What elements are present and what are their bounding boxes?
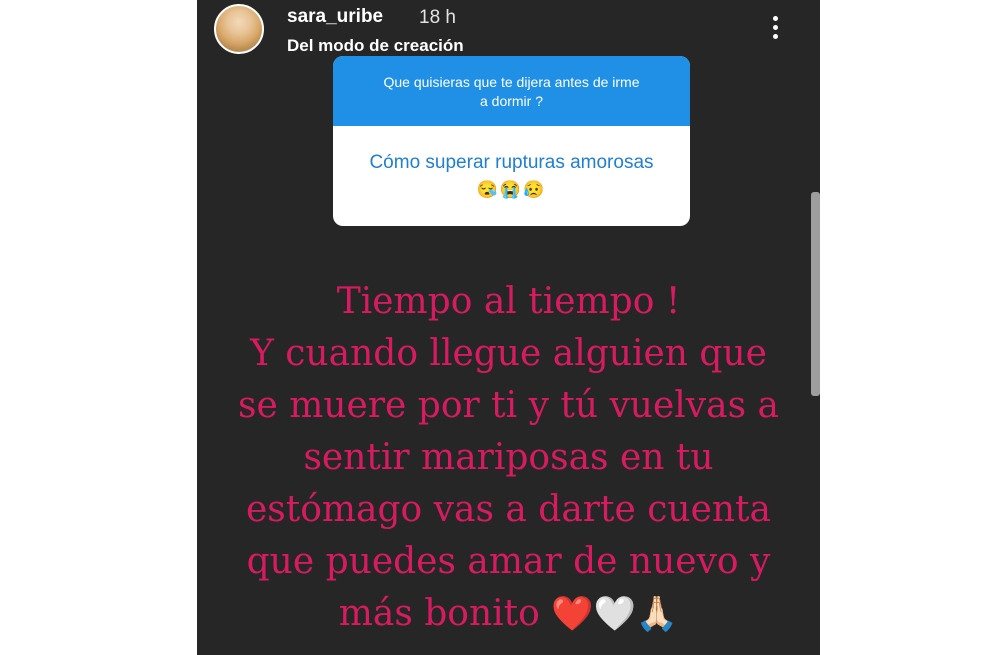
- story-text-line: que puedes amar de nuevo y: [246, 541, 771, 582]
- question-answer-area: Cómo superar rupturas amorosas 😪😭😥: [333, 126, 690, 200]
- question-sticker[interactable]: Que quisieras que te dijera antes de irm…: [333, 56, 690, 226]
- page: sara_uribe 18 h Del modo de creación Que…: [0, 0, 984, 655]
- story-text-line: más bonito: [338, 593, 540, 634]
- profile-avatar[interactable]: [214, 4, 264, 54]
- question-text-line1: Que quisieras que te dijera antes de irm…: [383, 74, 640, 90]
- post-time: 18 h: [419, 7, 456, 28]
- story-subtitle: Del modo de creación: [287, 36, 464, 55]
- story-text-line: estómago vas a darte cuenta: [245, 489, 771, 530]
- question-header: Que quisieras que te dijera antes de irm…: [333, 56, 690, 126]
- question-text-line2: a dormir ?: [479, 93, 544, 109]
- more-options-button[interactable]: [770, 16, 780, 44]
- story-text-line: Tiempo al tiempo !: [336, 281, 681, 322]
- story-text-line: sentir mariposas en tu: [303, 437, 714, 478]
- answer-emojis: 😪😭😥: [476, 180, 547, 199]
- story-text-last-line: más bonito ❤️🤍🙏🏻: [217, 588, 800, 640]
- story-text: Tiempo al tiempo ! Y cuando llegue algui…: [217, 276, 800, 640]
- story-text-line: Y cuando llegue alguien que: [250, 333, 767, 374]
- story-text-line: se muere por ti y tú vuelvas a: [237, 385, 779, 426]
- question-answer: Cómo superar rupturas amorosas: [369, 152, 654, 173]
- more-vertical-icon: [772, 16, 778, 21]
- scrollbar[interactable]: [811, 192, 820, 396]
- story-viewer[interactable]: sara_uribe 18 h Del modo de creación Que…: [197, 0, 820, 655]
- username[interactable]: sara_uribe: [287, 6, 383, 28]
- hearts-emojis: ❤️🤍🙏🏻: [551, 594, 679, 634]
